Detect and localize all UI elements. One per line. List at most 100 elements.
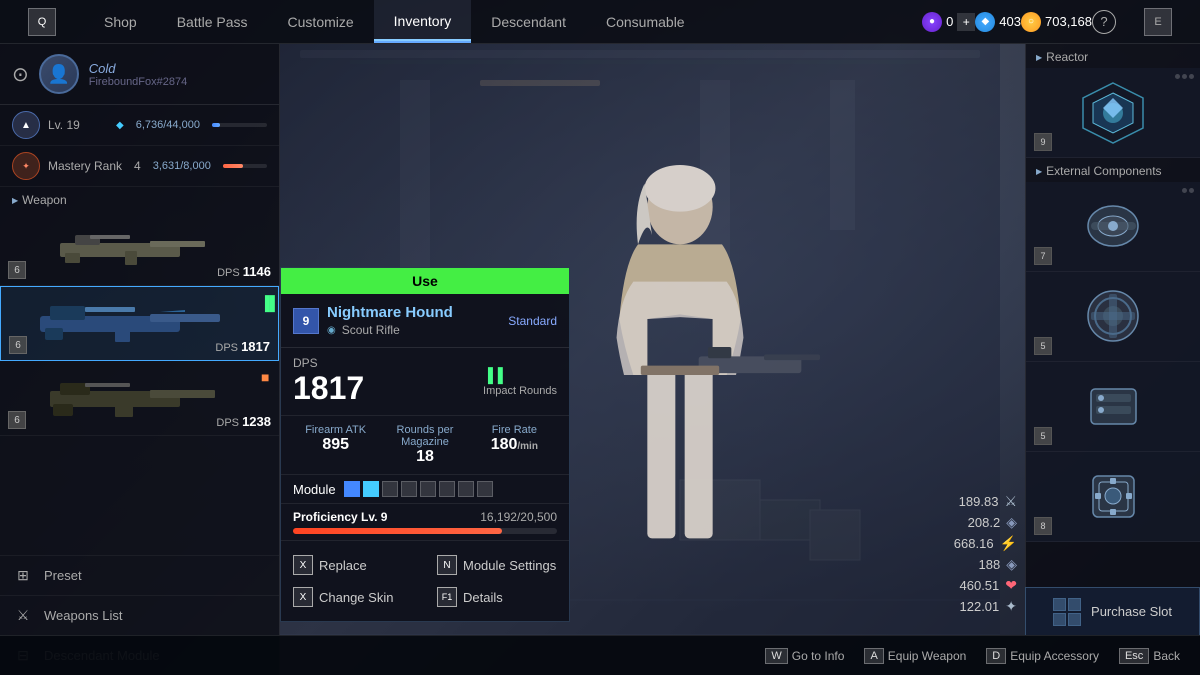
purchase-slot-icon: [1053, 598, 1081, 626]
stat-icon-3: ⚡: [1000, 535, 1017, 552]
popup-weapon-name: Nightmare Hound: [327, 304, 500, 321]
dps-value: 1817: [293, 370, 364, 407]
q-icon[interactable]: Q: [28, 8, 56, 36]
proficiency-label: Proficiency Lv. 9: [293, 510, 387, 524]
module-slot-8: [477, 481, 493, 497]
mastery-bar: [223, 164, 243, 168]
popup-stats: Firearm ATK 895 Rounds per Magazine 18 F…: [281, 416, 569, 475]
key-a: A: [864, 648, 883, 664]
replace-action[interactable]: X Replace: [281, 549, 425, 581]
key-w: W: [765, 648, 787, 664]
nav-item-inventory[interactable]: Inventory: [374, 0, 472, 43]
module-slot-3: [382, 481, 398, 497]
weapon-list: 6 DPS 1146 6 DPS 1817 ▐▌: [0, 211, 279, 555]
key-go-to-info: W Go to Info: [765, 648, 844, 664]
module-settings-action[interactable]: N Module Settings: [425, 549, 569, 581]
external-badge-2: 5: [1034, 337, 1052, 355]
external-item-3[interactable]: 5: [1026, 362, 1200, 452]
type-icon: ◉: [327, 325, 336, 336]
nav-item-descendant[interactable]: Descendant: [471, 0, 586, 43]
popup-tier: Standard: [508, 314, 557, 328]
dps-label: DPS: [293, 356, 364, 370]
details-action[interactable]: F1 Details: [425, 581, 569, 613]
stat-icon-4: ◈: [1006, 556, 1017, 573]
level-row: ▲ Lv. 19 ◆ 6,736/44,000: [0, 105, 279, 146]
module-slot-2: [363, 481, 379, 497]
module-slot-4: [401, 481, 417, 497]
stat-icon-5: ❤: [1005, 577, 1017, 594]
preset-icon: ⊞: [12, 565, 34, 587]
nav-item-consumable[interactable]: Consumable: [586, 0, 705, 43]
change-skin-action[interactable]: X Change Skin: [281, 581, 425, 613]
left-panel: ⊙ 👤 Cold FireboundFox#2874 ▲ Lv. 19 ◆ 6,…: [0, 44, 280, 675]
weapon-item-3[interactable]: 6 DPS 1238 ■: [0, 361, 279, 436]
module-settings-key: N: [437, 555, 457, 575]
stat-icon-2: ◈: [1006, 514, 1017, 531]
external-item-2[interactable]: 5: [1026, 272, 1200, 362]
replace-key: X: [293, 555, 313, 575]
external-item-4[interactable]: 8: [1026, 452, 1200, 542]
weapons-list-nav-item[interactable]: ⚔ Weapons List: [0, 595, 279, 635]
reactor-section-label: Reactor: [1026, 44, 1200, 68]
currency-gold: ○ 703,168: [1021, 12, 1092, 32]
stat-icon-6: ✦: [1005, 598, 1017, 615]
popup-module: Module: [281, 475, 569, 504]
currency-purple: ● 0 +: [922, 12, 975, 32]
fire-rate-cell: Fire Rate 180/min: [472, 424, 557, 466]
profile-info: Cold FireboundFox#2874: [89, 61, 267, 88]
profile-id: FireboundFox#2874: [89, 76, 267, 88]
key-back: Esc Back: [1119, 648, 1180, 664]
module-slot-7: [458, 481, 474, 497]
external-section-label: External Components: [1026, 158, 1200, 182]
bottom-bar: W Go to Info A Equip Weapon D Equip Acce…: [0, 635, 1200, 675]
add-purple-button[interactable]: +: [957, 13, 975, 31]
profile-name: Cold: [89, 61, 267, 76]
stat-values-panel: 189.83 ⚔ 208.2 ◈ 668.16 ⚡ 188 ◈ 460.51 ❤…: [925, 44, 1025, 635]
weapon-dps-1: DPS 1146: [217, 264, 271, 279]
weapon-level-3: 6: [8, 411, 26, 429]
stat-row-6: 122.01 ✦: [925, 598, 1025, 615]
weapon-item-2[interactable]: 6 DPS 1817 ▐▌: [0, 286, 279, 361]
purchase-slot-button[interactable]: Purchase Slot: [1025, 587, 1200, 635]
purple-currency-icon: ●: [922, 12, 942, 32]
external-item-1[interactable]: 7: [1026, 182, 1200, 272]
proficiency-bar-bg: [293, 528, 557, 534]
weapon-dps-2: DPS 1817: [215, 339, 270, 354]
xp-bar-container: [212, 123, 267, 127]
weapon-item-1[interactable]: 6 DPS 1146: [0, 211, 279, 286]
nav-item-customize[interactable]: Customize: [268, 0, 374, 43]
help-button[interactable]: ?: [1092, 10, 1116, 34]
gold-currency-icon: ○: [1021, 12, 1041, 32]
purchase-slot-label: Purchase Slot: [1091, 604, 1172, 619]
popup-level-badge: 9: [293, 308, 319, 334]
weapon-section-label: Weapon: [0, 187, 279, 211]
nav-item-battle-pass[interactable]: Battle Pass: [157, 0, 268, 43]
reactor-badge: 9: [1034, 133, 1052, 151]
weapons-list-icon: ⚔: [12, 605, 34, 627]
popup-dps-row: DPS 1817 ▐▐ Impact Rounds: [281, 348, 569, 416]
reactor-item[interactable]: 9: [1026, 68, 1200, 158]
mastery-rank: 4: [134, 159, 141, 173]
dps-icon-1: ▐▐: [483, 367, 503, 383]
details-key: F1: [437, 587, 457, 607]
preset-nav-item[interactable]: ⊞ Preset: [0, 555, 279, 595]
mastery-row: ✦ Mastery Rank 4 3,631/8,000: [0, 146, 279, 187]
key-esc: Esc: [1119, 648, 1149, 664]
e-icon[interactable]: E: [1144, 8, 1172, 36]
change-skin-key: X: [293, 587, 313, 607]
nav-item-e[interactable]: E: [1116, 0, 1200, 43]
nav-item-q[interactable]: Q: [0, 0, 84, 43]
module-slot-1: [344, 481, 360, 497]
weapon-dps-3: DPS 1238: [216, 414, 271, 429]
key-d: D: [986, 648, 1006, 664]
stat-row-3: 668.16 ⚡: [925, 535, 1025, 552]
xp-display: 6,736/44,000: [136, 119, 200, 131]
use-button[interactable]: Use: [281, 268, 569, 294]
nav-item-shop[interactable]: Shop: [84, 0, 157, 43]
dps-icons: ▐▐: [483, 367, 557, 383]
proficiency-bar: [293, 528, 502, 534]
popup-actions: X Replace N Module Settings X Change Ski…: [281, 541, 569, 621]
stat-icon-1: ⚔: [1004, 493, 1017, 510]
module-label: Module: [293, 482, 336, 497]
module-slot-6: [439, 481, 455, 497]
